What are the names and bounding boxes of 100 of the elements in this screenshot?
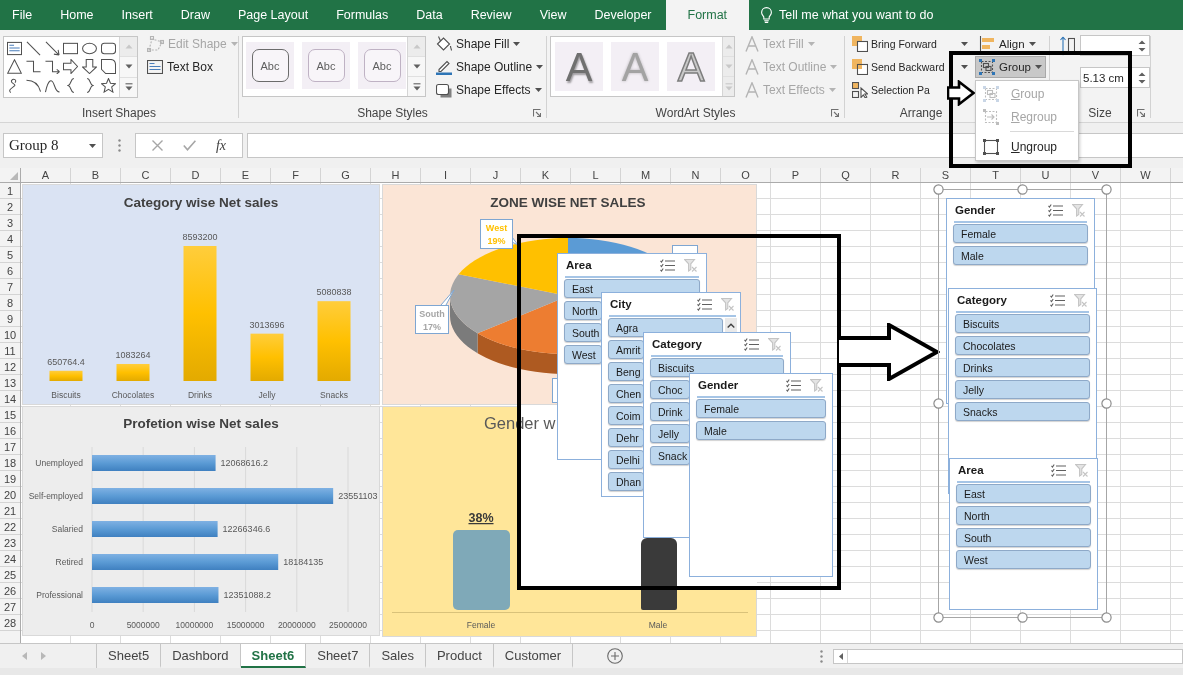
resize-handle[interactable]: [1101, 184, 1112, 195]
ribbon-button[interactable]: Shape Fill: [432, 33, 525, 55]
ribbon-tab[interactable]: Insert: [107, 0, 167, 30]
row-header[interactable]: 23: [0, 535, 20, 551]
ribbon-tab[interactable]: Review: [456, 0, 526, 30]
ribbon-tab[interactable]: File: [0, 0, 47, 30]
ribbon-button[interactable]: Group: [975, 56, 1046, 78]
slicer-item[interactable]: West: [564, 345, 602, 364]
ribbon-button[interactable]: Shape Outline: [432, 56, 548, 78]
left-brace-icon[interactable]: [66, 78, 75, 94]
resize-handle[interactable]: [1101, 398, 1112, 409]
column-header[interactable]: T: [971, 168, 1021, 182]
column-header[interactable]: Q: [821, 168, 871, 182]
ribbon-tab[interactable]: Developer: [580, 0, 666, 30]
elbow-arrow-icon[interactable]: [44, 59, 60, 75]
add-icon[interactable]: [607, 648, 624, 664]
row-header[interactable]: 19: [0, 471, 20, 487]
style-preset[interactable]: Abc: [302, 42, 350, 89]
column-header[interactable]: P: [771, 168, 821, 182]
resize-handle[interactable]: [933, 612, 944, 623]
slicer-item[interactable]: Female: [953, 224, 1088, 243]
width-field[interactable]: 5.13 cm: [1080, 67, 1150, 88]
slicer-item[interactable]: South: [564, 323, 602, 342]
column-header[interactable]: W: [1121, 168, 1171, 182]
row-header[interactable]: 11: [0, 343, 20, 359]
arc-icon[interactable]: [25, 78, 41, 94]
scroll-button[interactable]: [120, 57, 137, 78]
slicer-item[interactable]: Drink: [650, 402, 690, 421]
style-preset[interactable]: Abc: [246, 42, 294, 89]
horizontal-scrollbar[interactable]: [833, 648, 1183, 664]
slicer-item[interactable]: Dehr: [608, 428, 644, 447]
search-prompt[interactable]: Tell me what you want to do: [779, 8, 934, 22]
down-arrow-icon[interactable]: [82, 59, 98, 75]
ribbon-button[interactable]: Shape Effects: [432, 79, 546, 101]
column-header[interactable]: D: [171, 168, 221, 182]
slicer-item[interactable]: East: [956, 484, 1091, 503]
resize-handle[interactable]: [933, 184, 944, 195]
column-header[interactable]: R: [871, 168, 921, 182]
column-header[interactable]: U: [1021, 168, 1071, 182]
slicer-item[interactable]: Drinks: [955, 358, 1090, 377]
diagonal-arrow-icon[interactable]: [44, 40, 60, 56]
menu-item[interactable]: Ungroup: [978, 135, 1076, 158]
column-header[interactable]: A: [21, 168, 71, 182]
slicer-item[interactable]: North: [564, 301, 602, 320]
row-header[interactable]: 15: [0, 407, 20, 423]
close-icon[interactable]: [151, 140, 163, 151]
row-header[interactable]: 3: [0, 215, 20, 231]
slicer-item[interactable]: Male: [696, 421, 826, 440]
slicer-item[interactable]: Jelly: [955, 380, 1090, 399]
column-header[interactable]: L: [571, 168, 621, 182]
ribbon-tab[interactable]: Formulas: [322, 0, 403, 30]
ribbon-tab[interactable]: Page Layout: [223, 0, 323, 30]
row-header[interactable]: 6: [0, 263, 20, 279]
name-box[interactable]: Group 8: [3, 133, 103, 158]
row-header[interactable]: 27: [0, 599, 20, 615]
row-header[interactable]: 13: [0, 375, 20, 391]
column-header[interactable]: G: [321, 168, 371, 182]
slicer-item[interactable]: Male: [953, 246, 1088, 265]
ribbon-button[interactable]: Align: [975, 33, 1040, 55]
row-header[interactable]: 8: [0, 295, 20, 311]
slicer-item[interactable]: Delhi: [608, 450, 644, 469]
triangle-icon[interactable]: [6, 59, 22, 75]
ribbon-tab[interactable]: Data: [402, 0, 457, 30]
row-header[interactable]: 18: [0, 455, 20, 471]
row-header[interactable]: 12: [0, 359, 20, 375]
row-header[interactable]: 16: [0, 423, 20, 439]
column-header[interactable]: H: [371, 168, 421, 182]
row-header[interactable]: 7: [0, 279, 20, 295]
column-header[interactable]: E: [221, 168, 271, 182]
text-box-icon[interactable]: [6, 40, 22, 56]
ribbon-tab[interactable]: Home: [46, 0, 108, 30]
column-header[interactable]: K: [521, 168, 571, 182]
resize-handle[interactable]: [1017, 612, 1028, 623]
slicer-item[interactable]: Coim: [608, 406, 644, 425]
column-header[interactable]: B: [71, 168, 121, 182]
resize-handle[interactable]: [933, 398, 944, 409]
row-header[interactable]: 2: [0, 199, 20, 215]
slicer-item[interactable]: Female: [696, 399, 826, 418]
resize-handle[interactable]: [1017, 184, 1028, 195]
slicer-item[interactable]: Beng: [608, 362, 644, 381]
row-header[interactable]: 4: [0, 231, 20, 247]
ribbon-button[interactable]: Text Box: [143, 56, 218, 78]
column-header[interactable]: F: [271, 168, 321, 182]
slicer-item[interactable]: West: [956, 550, 1091, 569]
snip-shape-icon[interactable]: [101, 59, 117, 75]
slicer-item[interactable]: Dhan: [608, 472, 644, 491]
oval-icon[interactable]: [82, 40, 98, 56]
slicer-item[interactable]: Chen: [608, 384, 644, 403]
slicer-item[interactable]: Chocolates: [955, 336, 1090, 355]
slicer-item[interactable]: Snacks: [955, 402, 1090, 421]
elbow-connector-icon[interactable]: [25, 59, 41, 75]
column-header[interactable]: O: [721, 168, 771, 182]
row-header[interactable]: 5: [0, 247, 20, 263]
ribbon-button[interactable]: Selection Pa: [850, 79, 931, 101]
wordart-preset[interactable]: A: [555, 42, 603, 91]
row-header[interactable]: 9: [0, 311, 20, 327]
column-header[interactable]: C: [121, 168, 171, 182]
slicer-item[interactable]: Snack: [650, 446, 690, 465]
dialog-launcher-icon[interactable]: [533, 109, 541, 117]
slicer-item[interactable]: Amrit: [608, 340, 644, 359]
